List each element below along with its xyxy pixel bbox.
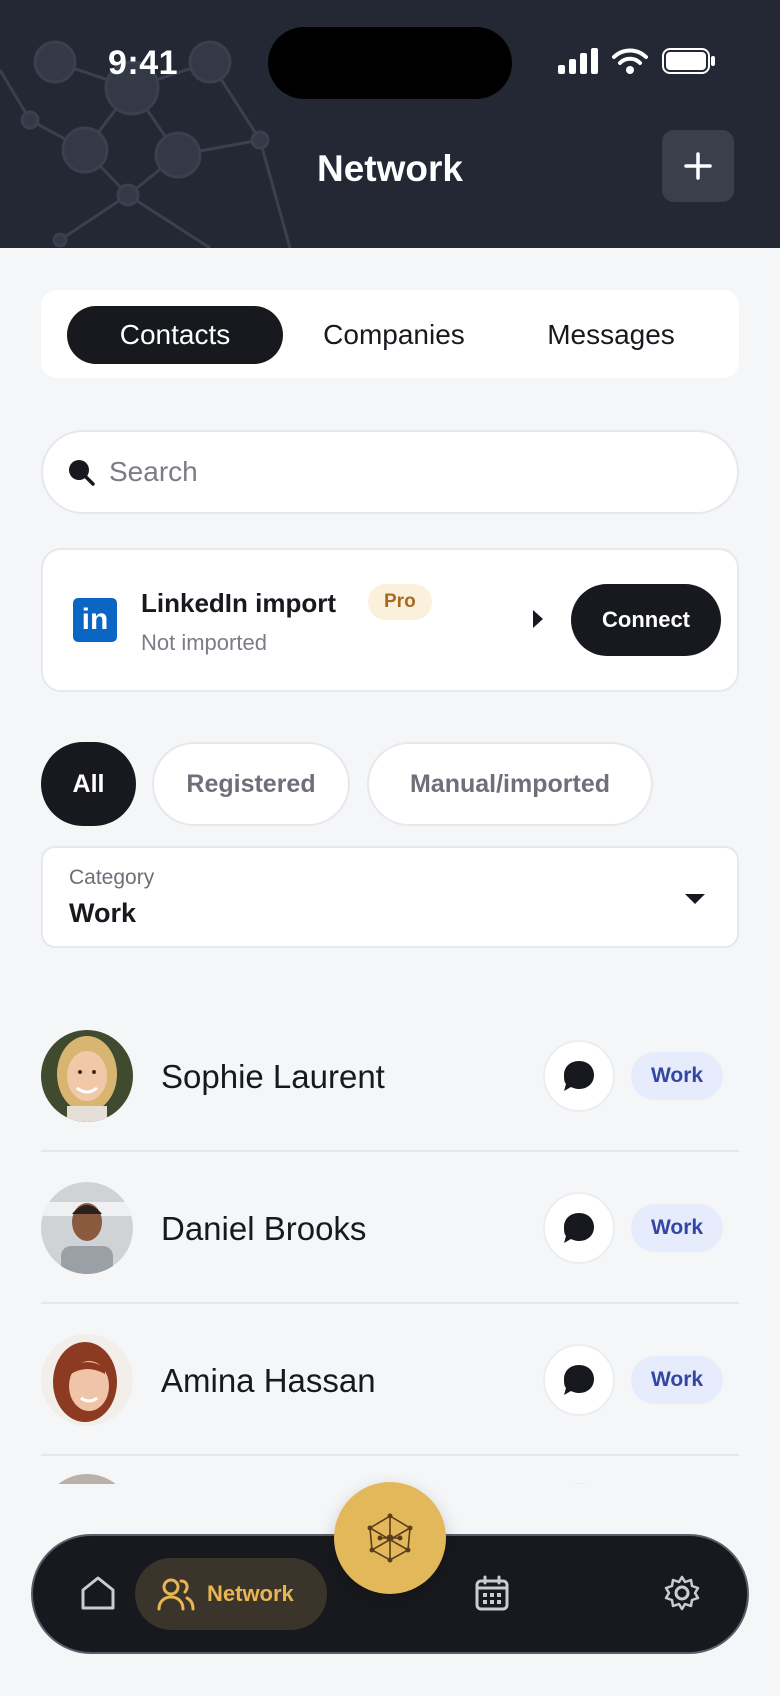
nav-calendar[interactable] [473,1574,511,1617]
search-bar [41,430,739,514]
tab-messages[interactable]: Messages [505,306,717,364]
gear-icon [664,1575,700,1611]
category-label: Category [69,866,155,889]
contact-name: Sophie Laurent [161,1058,385,1095]
dynamic-island [268,27,512,99]
people-icon [157,1578,195,1611]
nav-home[interactable] [79,1574,117,1617]
linkedin-import-card[interactable]: in LinkedIn import Pro Not imported Conn… [41,548,739,692]
search-input[interactable] [109,456,669,488]
nav-settings[interactable] [663,1574,701,1617]
contact-row-partial [41,1462,739,1484]
plus-icon [684,152,712,180]
linkedin-title: LinkedIn import [141,588,336,618]
contact-row[interactable]: Sophie Laurent Work [41,1000,739,1152]
category-tag: Work [631,1204,723,1252]
nav-network[interactable]: Network [135,1558,327,1630]
linkedin-logo: in [73,598,117,642]
contact-row[interactable]: Daniel Brooks Work [41,1152,739,1304]
status-time: 9:41 [108,44,179,82]
wifi-icon [612,48,648,74]
connect-button[interactable]: Connect [571,584,721,656]
category-tag: Work [631,1052,723,1100]
contact-row[interactable]: Amina Hassan Work [41,1304,739,1456]
network-graph-icon [367,1513,413,1563]
filter-manual-imported[interactable]: Manual/imported [367,742,653,826]
message-button[interactable] [543,1344,615,1416]
filter-all[interactable]: All [41,742,136,826]
segmented-tabs: Contacts Companies Messages [41,290,739,378]
category-tag: Work [631,1356,723,1404]
app-header: 9:41 Network [0,0,780,248]
calendar-icon [475,1575,509,1611]
avatar [41,1030,133,1122]
tab-companies[interactable]: Companies [291,306,497,364]
network-graph-button[interactable] [334,1482,446,1594]
battery-icon [662,48,715,74]
signal-icon [558,48,598,74]
chevron-right-icon [533,610,543,628]
nav-network-label: Network [207,1581,294,1606]
category-value: Work [69,898,137,928]
home-icon [81,1576,115,1610]
search-icon [69,460,95,486]
chat-bubble-icon [564,1213,594,1243]
tab-contacts[interactable]: Contacts [67,306,283,364]
linkedin-status: Not imported [141,630,267,655]
chevron-down-icon [685,894,705,904]
message-button[interactable] [543,1040,615,1112]
status-icons [558,48,716,74]
contact-name: Amina Hassan [161,1362,376,1399]
pro-badge: Pro [368,584,432,620]
contact-name: Daniel Brooks [161,1210,367,1247]
chat-bubble-icon [564,1061,594,1091]
add-contact-button[interactable] [662,130,734,202]
filter-registered[interactable]: Registered [152,742,350,826]
chat-bubble-icon [564,1365,594,1395]
avatar [41,1334,133,1426]
avatar [41,1182,133,1274]
message-button[interactable] [543,1192,615,1264]
category-select[interactable]: Category Work [41,846,739,948]
